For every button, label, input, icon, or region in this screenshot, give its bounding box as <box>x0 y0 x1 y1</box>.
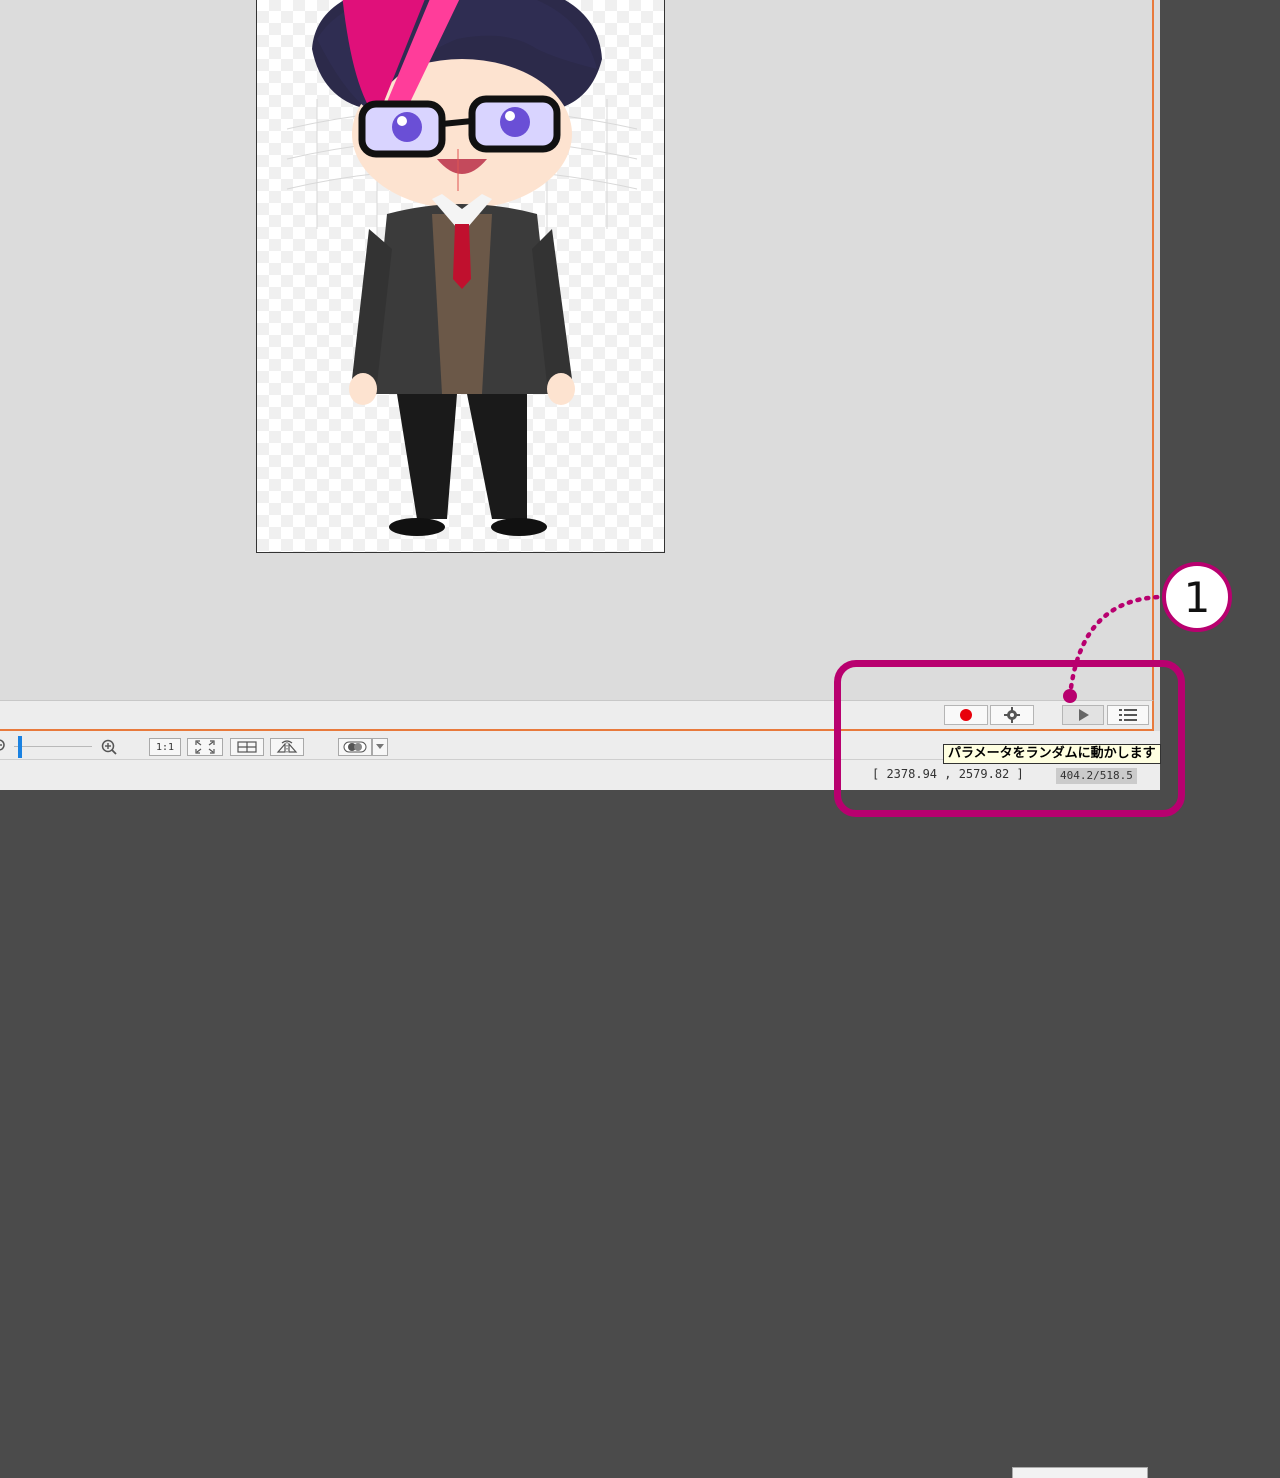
display-mode-dropdown[interactable] <box>372 738 388 756</box>
zoom-in-icon[interactable] <box>100 738 118 756</box>
fit-screen-icon <box>195 740 215 754</box>
fit-to-window-button[interactable] <box>187 738 223 756</box>
character-model <box>286 0 638 536</box>
flip-horizontal-button[interactable] <box>270 738 304 756</box>
annotation-highlight-box <box>834 660 1185 817</box>
grid-icon <box>237 741 257 753</box>
toggle-icon <box>343 741 367 753</box>
flip-horizontal-icon <box>276 740 298 754</box>
grid-toggle-button[interactable] <box>230 738 264 756</box>
model-viewport[interactable] <box>0 0 1154 700</box>
model-canvas[interactable] <box>256 0 665 553</box>
zoom-slider-track[interactable] <box>14 746 92 747</box>
display-mode-button[interactable] <box>338 738 372 756</box>
hidden-tab[interactable] <box>1012 1467 1148 1478</box>
chevron-down-icon <box>376 744 384 749</box>
zoom-out-icon[interactable] <box>0 738 8 754</box>
actual-size-button[interactable]: 1:1 <box>149 738 181 756</box>
zoom-slider-thumb[interactable] <box>18 736 22 758</box>
annotation-callout-number: 1 <box>1162 562 1232 632</box>
